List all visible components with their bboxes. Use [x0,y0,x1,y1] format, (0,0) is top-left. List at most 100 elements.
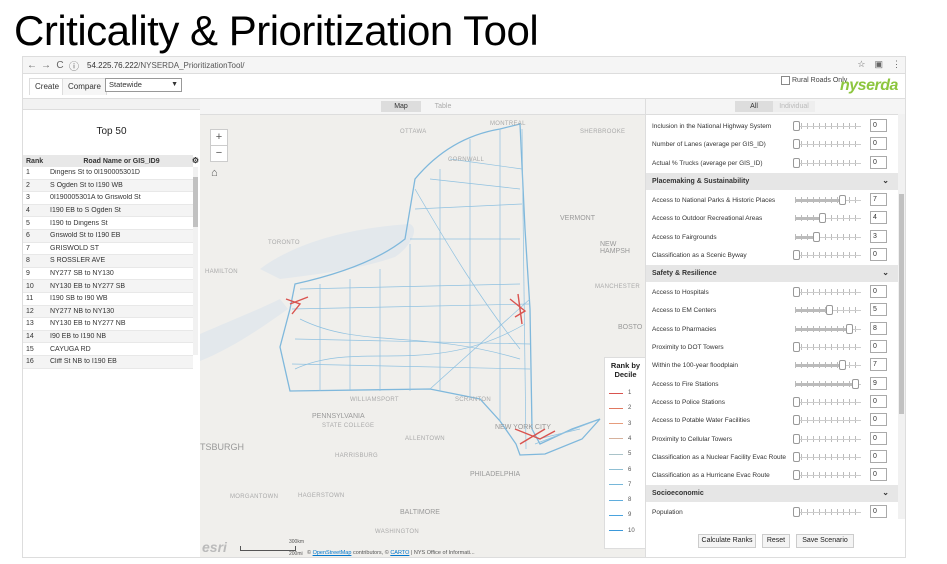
map-canvas[interactable] [200,99,645,557]
tab-table[interactable]: Table [423,101,463,112]
slider-handle[interactable] [839,360,847,371]
table-row[interactable]: 8 S ROSSLER AVE [23,255,193,268]
weight-slider[interactable] [795,347,861,348]
weight-slider[interactable] [795,512,861,514]
weight-input[interactable]: 0 [870,155,887,169]
rural-roads-checkbox[interactable] [781,76,790,85]
scrollbar-thumb[interactable] [899,194,904,414]
rural-roads-toggle[interactable]: Rural Roads Only [781,76,847,85]
zoom-out-button[interactable]: − [211,146,227,161]
bookmark-star-icon[interactable]: ☆ [857,59,865,70]
map-panel[interactable]: Map Table + − ⌂ OTTAWA MONTREAL SHERBROO… [200,99,645,557]
reload-icon[interactable]: C [55,60,65,71]
weight-input[interactable]: 0 [870,505,887,519]
slider-handle[interactable] [819,213,827,224]
home-icon[interactable]: ⌂ [211,167,218,179]
tab-create[interactable]: Create [29,78,66,95]
weight-input[interactable]: 9 [870,376,887,390]
weight-input[interactable]: 0 [870,468,887,482]
table-row[interactable]: 11 I190 SB to I90 WB [23,293,193,306]
slider-handle[interactable] [793,121,800,131]
settings-gear-icon[interactable]: ⚙ [192,156,199,165]
table-row[interactable]: 16 Cliff St NB to I190 EB [23,355,193,369]
slider-handle[interactable] [793,287,800,298]
table-row[interactable]: 4 I190 EB to S Ogden St [23,204,193,218]
weight-slider[interactable] [795,420,861,422]
slider-handle[interactable] [845,323,853,334]
table-row[interactable]: 14 I90 EB to I190 NB [23,330,193,344]
section-header[interactable]: Placemaking & Sustainability ⌄ [646,172,898,190]
slider-handle[interactable] [793,396,800,407]
chevron-down-icon[interactable]: ⌄ [882,268,889,277]
weight-slider[interactable] [795,438,861,440]
weight-input[interactable]: 0 [870,247,887,261]
weight-slider[interactable] [795,162,861,164]
weight-slider[interactable] [795,456,861,458]
forward-icon[interactable]: → [41,60,51,71]
menu-dots-icon[interactable]: ⋮ [892,59,901,70]
tab-individual[interactable]: Individual [773,101,815,112]
weight-slider[interactable] [795,144,861,146]
criteria-scrollbar[interactable] [898,114,905,519]
slider-handle[interactable] [793,451,800,462]
url-field[interactable]: 54.225.76.222/NYSERDA_PrioritizationTool… [83,61,244,70]
weight-input[interactable]: 7 [870,192,887,206]
back-icon[interactable]: ← [27,60,37,71]
osm-link[interactable]: OpenStreetMap [313,550,352,556]
save-scenario-button[interactable]: Save Scenario [796,534,854,548]
slider-handle[interactable] [812,231,820,242]
slider-handle[interactable] [793,249,800,260]
slider-handle[interactable] [826,305,833,316]
tab-compare[interactable]: Compare [62,78,107,95]
weight-input[interactable]: 3 [870,229,887,243]
table-row[interactable]: 6 Griswold St to I190 EB [23,229,193,243]
column-rank[interactable]: Rank [23,158,50,165]
column-road-name[interactable]: Road Name or GIS_ID9 [50,158,193,165]
tab-map[interactable]: Map [381,101,421,112]
table-row[interactable]: 10 NY130 EB to NY277 SB [23,280,193,293]
weight-input[interactable]: 0 [870,340,887,353]
weight-input[interactable]: 0 [870,285,887,299]
table-row[interactable]: 12 NY277 NB to NY130 [23,305,193,319]
section-header[interactable]: Socioeconomic ⌄ [646,485,898,503]
slider-handle[interactable] [793,342,800,352]
weight-input[interactable]: 0 [870,413,887,427]
table-row[interactable]: 3 0I190005301A to Griswold St [23,192,193,205]
weight-slider[interactable] [795,475,861,477]
table-row[interactable]: 1 Dingens St to 0I190005301D [23,167,193,180]
slider-handle[interactable] [793,415,800,426]
chevron-down-icon[interactable]: ⌄ [882,176,889,185]
weight-slider[interactable] [795,401,861,403]
tab-all[interactable]: All [735,101,773,112]
table-row[interactable]: 9 NY277 SB to NY130 [23,268,193,281]
slider-handle[interactable] [793,470,800,481]
reset-button[interactable]: Reset [762,534,790,548]
chevron-down-icon[interactable]: ⌄ [882,488,889,497]
extension-icon[interactable]: ▣ [874,59,883,70]
slider-handle[interactable] [793,139,800,150]
weight-input[interactable]: 0 [870,119,887,132]
slider-handle[interactable] [839,194,847,205]
weight-input[interactable]: 0 [870,137,887,151]
weight-slider[interactable] [795,254,861,256]
calculate-ranks-button[interactable]: Calculate Ranks [698,534,756,548]
carto-link[interactable]: CARTO [390,550,409,556]
info-icon[interactable]: ⓘ [69,58,79,73]
slider-handle[interactable] [793,157,800,168]
weight-input[interactable]: 7 [870,358,887,372]
weight-input[interactable]: 0 [870,431,887,445]
weight-slider[interactable] [795,126,861,127]
weight-input[interactable]: 4 [870,211,887,225]
table-row[interactable]: 13 NY130 EB to NY277 NB [23,318,193,331]
slider-handle[interactable] [793,433,800,444]
table-row[interactable]: 7 GRISWOLD ST [23,243,193,256]
weight-input[interactable]: 0 [870,449,887,463]
region-select[interactable]: Statewide ▼ [105,78,182,92]
table-row[interactable]: 2 S Ogden St to I190 WB [23,179,193,193]
table-row[interactable]: 15 CAYUGA RD [23,343,193,356]
zoom-in-button[interactable]: + [211,130,227,146]
slider-handle[interactable] [852,378,860,389]
weight-input[interactable]: 0 [870,394,887,408]
scrollbar-thumb[interactable] [193,177,198,227]
weight-input[interactable]: 8 [870,321,887,335]
